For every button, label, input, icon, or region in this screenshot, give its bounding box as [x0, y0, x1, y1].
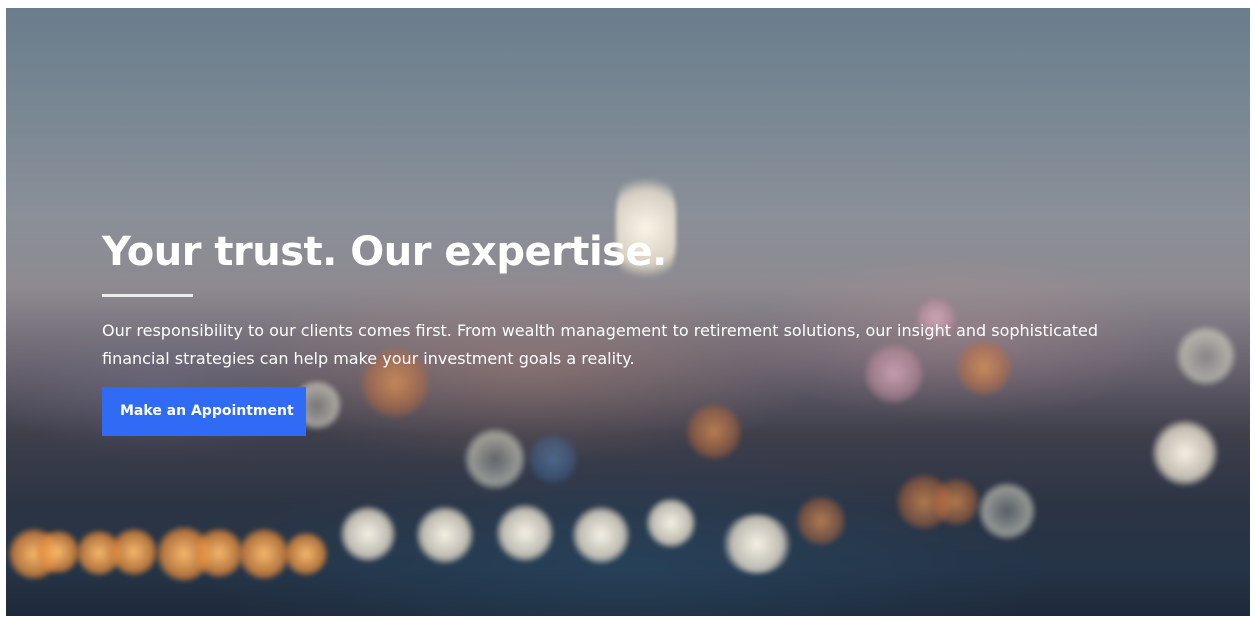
make-appointment-button[interactable]: Make an Appointment — [102, 387, 306, 436]
hero-intro-text: Our responsibility to our clients comes … — [102, 321, 1099, 368]
hero-content: Your trust. Our expertise. Our responsib… — [102, 226, 1142, 436]
hero-section: Your trust. Our expertise. Our responsib… — [6, 8, 1250, 616]
headline-divider — [102, 294, 193, 297]
hero-headline: Your trust. Our expertise. — [102, 229, 667, 275]
